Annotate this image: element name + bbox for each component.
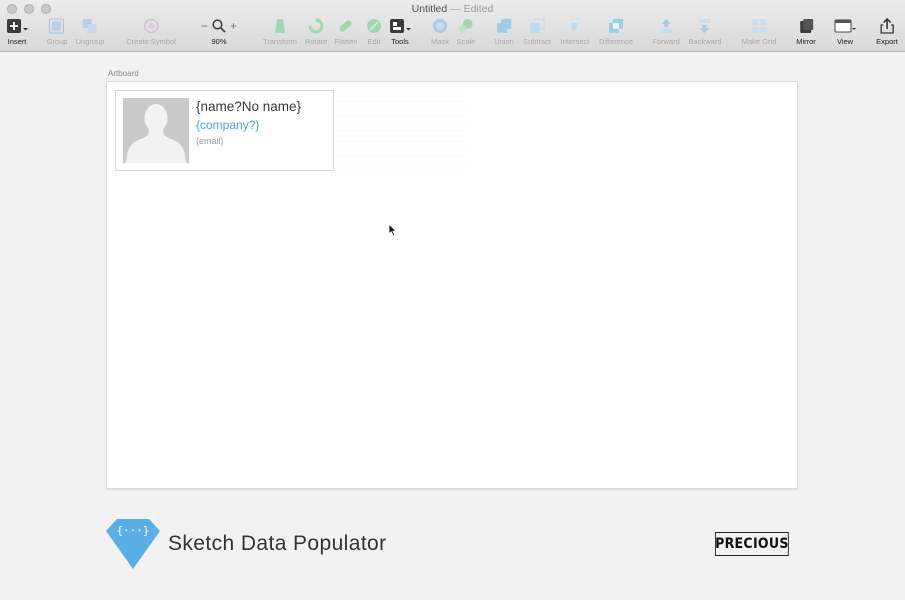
difference-icon	[608, 19, 623, 33]
scale-button[interactable]: Scale	[457, 17, 475, 51]
view-icon	[834, 19, 856, 33]
precious-badge: PRECIOUS	[715, 532, 789, 556]
data-populator-logo: {···}	[105, 518, 161, 575]
ghost-layer	[335, 94, 465, 172]
create-symbol-button[interactable]: Create Symbol	[126, 17, 176, 51]
intersect-button[interactable]: Intersect	[561, 17, 589, 51]
share-icon	[880, 18, 894, 34]
artboard-label[interactable]: Artboard	[108, 69, 139, 78]
mirror-button[interactable]: Mirror	[796, 17, 816, 51]
forward-icon	[659, 19, 672, 33]
subtract-icon	[530, 18, 545, 33]
toolbar: Insert Group Ungroup Create Symbol − + 9…	[0, 17, 905, 51]
zoom-out-button[interactable]: −	[201, 19, 208, 33]
grid-icon	[752, 19, 766, 33]
ungroup-icon	[83, 19, 97, 33]
tools-icon	[390, 19, 411, 33]
transform-icon	[275, 19, 285, 33]
window-titlebar: Untitled — Edited Insert Group Ungroup C…	[0, 0, 905, 52]
edit-button[interactable]: Edit	[366, 17, 382, 51]
forward-button[interactable]: Forward	[652, 17, 680, 51]
rotate-icon	[308, 18, 324, 34]
flatten-icon	[339, 20, 353, 32]
mask-icon	[432, 19, 447, 33]
export-button[interactable]: Export	[876, 17, 898, 51]
window-title: Untitled — Edited	[0, 3, 905, 15]
artboard[interactable]: {name?No name} {company?} {email}	[107, 82, 797, 488]
mask-button[interactable]: Mask	[431, 17, 449, 51]
backward-button[interactable]: Backward	[689, 17, 721, 51]
transform-button[interactable]: Transform	[263, 17, 297, 51]
card-name[interactable]: {name?No name}	[196, 99, 301, 114]
ungroup-button[interactable]: Ungroup	[76, 17, 104, 51]
backward-icon	[699, 19, 711, 33]
flatten-button[interactable]: Flatten	[335, 17, 357, 51]
union-button[interactable]: Union	[494, 17, 514, 51]
title-separator: —	[450, 3, 461, 15]
edit-icon	[367, 19, 381, 33]
tools-button[interactable]: Tools	[389, 17, 411, 51]
scale-icon	[458, 19, 473, 33]
magnifier-icon	[212, 19, 226, 33]
make-grid-button[interactable]: Make Grid	[742, 17, 776, 51]
card-email[interactable]: {email}	[196, 136, 224, 146]
zoom-control[interactable]: − + 90%	[201, 17, 237, 51]
avatar[interactable]	[123, 98, 189, 163]
document-name: Untitled	[411, 3, 448, 15]
card-company[interactable]: {company?}	[196, 118, 259, 132]
mirror-icon	[799, 19, 813, 33]
subtract-button[interactable]: Subtract	[523, 17, 551, 51]
insert-button[interactable]: Insert	[6, 17, 28, 51]
union-icon	[496, 19, 511, 33]
insert-icon	[7, 19, 28, 33]
contact-card[interactable]: {name?No name} {company?} {email}	[115, 90, 334, 171]
view-button[interactable]: View	[834, 17, 856, 51]
logo-glyph: {···}	[116, 524, 150, 537]
group-button[interactable]: Group	[47, 17, 67, 51]
symbol-icon	[143, 18, 159, 34]
zoom-in-button[interactable]: +	[230, 19, 237, 33]
brand-name: Sketch Data Populator	[168, 532, 387, 555]
zoom-level: 90%	[211, 37, 227, 46]
group-icon	[49, 18, 65, 34]
intersect-icon	[567, 18, 583, 34]
rotate-button[interactable]: Rotate	[305, 17, 327, 51]
difference-button[interactable]: Difference	[599, 17, 633, 51]
document-status: Edited	[463, 3, 494, 15]
avatar-silhouette-icon	[123, 98, 189, 163]
mouse-cursor-icon	[388, 223, 397, 237]
